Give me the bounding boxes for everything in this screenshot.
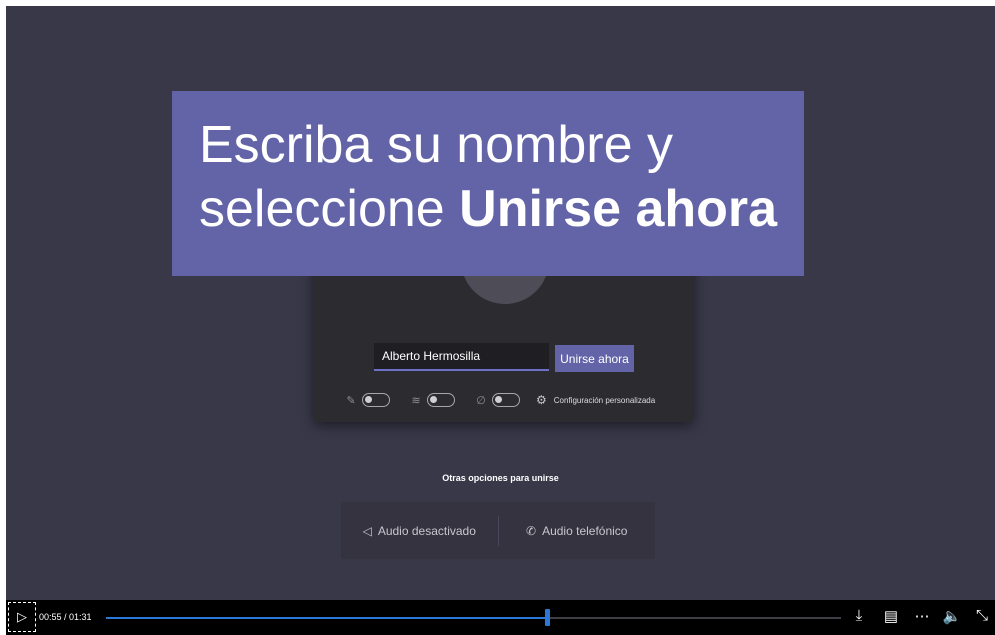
settings-label: Configuración personalizada bbox=[553, 395, 656, 405]
background-blur-icon: ≋ bbox=[411, 394, 421, 407]
name-input[interactable] bbox=[374, 343, 549, 371]
audio-off-label: Audio desactivado bbox=[377, 523, 476, 538]
other-options-title: Otras opciones para unirse bbox=[442, 473, 559, 483]
camera-toggle[interactable] bbox=[362, 393, 390, 407]
blur-control: ≋ bbox=[409, 393, 455, 407]
captions-icon[interactable]: ▤ bbox=[881, 607, 901, 625]
caption-banner: Escriba su nombre y seleccione Unirse ah… bbox=[172, 91, 804, 276]
progress-thumb[interactable] bbox=[545, 609, 550, 626]
join-now-button[interactable]: Unirse ahora bbox=[555, 345, 634, 372]
custom-settings-link[interactable]: ⚙ Configuración personalizada bbox=[536, 393, 655, 407]
banner-line-2-text: seleccione bbox=[199, 180, 460, 238]
mic-toggle[interactable] bbox=[492, 393, 520, 407]
blur-toggle[interactable] bbox=[427, 393, 455, 407]
gear-icon: ⚙ bbox=[536, 393, 547, 407]
volume-icon[interactable]: 🔈 bbox=[942, 607, 962, 625]
mic-control: ∅ bbox=[474, 393, 520, 407]
camera-control: ✎ bbox=[344, 393, 390, 407]
play-button[interactable]: ▷ bbox=[8, 602, 36, 632]
progress-track[interactable] bbox=[106, 617, 841, 619]
phone-icon: ✆ bbox=[526, 523, 537, 538]
banner-line-1: Escriba su nombre y bbox=[199, 116, 673, 174]
speaker-off-icon: ◁ bbox=[362, 523, 372, 538]
phone-audio-label: Audio telefónico bbox=[542, 523, 628, 538]
player-controls: ▷ 00:55 / 01:31 ⤓ ▤ ⋯ 🔈 ⤡ bbox=[6, 600, 995, 635]
more-options-icon[interactable]: ⋯ bbox=[912, 607, 932, 625]
phone-audio-option[interactable]: ✆ Audio telefónico bbox=[499, 524, 656, 538]
download-icon[interactable]: ⤓ bbox=[849, 607, 869, 624]
progress-fill bbox=[106, 617, 547, 619]
audio-off-option[interactable]: ◁ Audio desactivado bbox=[341, 524, 498, 538]
mic-off-icon: ∅ bbox=[476, 394, 486, 407]
banner-line-2: seleccione Unirse ahora bbox=[199, 177, 804, 241]
audio-options-panel: ◁ Audio desactivado ✆ Audio telefónico bbox=[341, 502, 655, 559]
play-icon: ▷ bbox=[17, 609, 27, 624]
time-display: 00:55 / 01:31 bbox=[39, 612, 92, 622]
exit-fullscreen-icon[interactable]: ⤡ bbox=[972, 607, 992, 624]
banner-line-2-bold: Unirse ahora bbox=[459, 180, 778, 238]
video-frame: Unirse ahora ✎ ≋ ∅ ⚙ Configuración perso… bbox=[6, 6, 995, 600]
camera-off-icon: ✎ bbox=[346, 394, 356, 407]
